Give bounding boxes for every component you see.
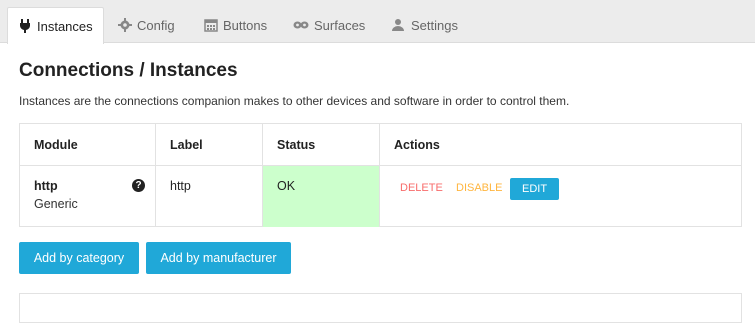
actions-cell: DELETE DISABLE EDIT <box>380 166 741 227</box>
tab-instances[interactable]: Instances <box>7 7 104 44</box>
tab-surfaces[interactable]: Surfaces <box>283 7 375 43</box>
module-cell: http Generic ? <box>20 166 156 227</box>
table-row: http Generic ? http OK DELETE DISABLE ED… <box>20 166 741 227</box>
tab-surfaces-label: Surfaces <box>314 17 366 33</box>
header-module: Module <box>20 124 156 166</box>
cog-icon <box>118 18 132 32</box>
add-by-manufacturer-button[interactable]: Add by manufacturer <box>146 242 291 274</box>
tab-buttons-label: Buttons <box>223 17 268 33</box>
status-cell: OK <box>263 166 380 227</box>
instances-table: Module Label Status Actions http Generic… <box>19 123 742 227</box>
header-label: Label <box>156 124 263 166</box>
tab-bar: Instances Config Buttons Surfaces Settin… <box>0 0 755 44</box>
page-title: Connections / Instances <box>19 60 238 81</box>
label-cell: http <box>156 166 263 227</box>
disable-button[interactable]: DISABLE <box>456 182 502 194</box>
help-icon[interactable]: ? <box>132 179 145 192</box>
gamepad-icon <box>293 21 309 29</box>
tab-settings[interactable]: Settings <box>382 7 468 43</box>
table-header: Module Label Status Actions <box>20 124 741 166</box>
module-sub: Generic <box>34 197 78 211</box>
edit-button[interactable]: EDIT <box>510 178 560 200</box>
tab-buttons[interactable]: Buttons <box>194 7 277 43</box>
add-instance-panel <box>19 293 742 323</box>
delete-button[interactable]: DELETE <box>400 182 443 194</box>
page-description: Instances are the connections companion … <box>19 94 570 108</box>
tab-config[interactable]: Config <box>108 7 185 43</box>
tab-settings-label: Settings <box>411 17 458 33</box>
tab-instances-label: Instances <box>37 18 93 34</box>
module-name: http <box>34 179 58 193</box>
add-by-category-button[interactable]: Add by category <box>19 242 139 274</box>
plug-icon <box>20 19 30 33</box>
calendar-grid-icon <box>204 19 218 32</box>
header-status: Status <box>263 124 380 166</box>
tab-config-label: Config <box>137 17 175 33</box>
header-actions: Actions <box>394 138 440 152</box>
user-settings-icon <box>392 19 404 31</box>
